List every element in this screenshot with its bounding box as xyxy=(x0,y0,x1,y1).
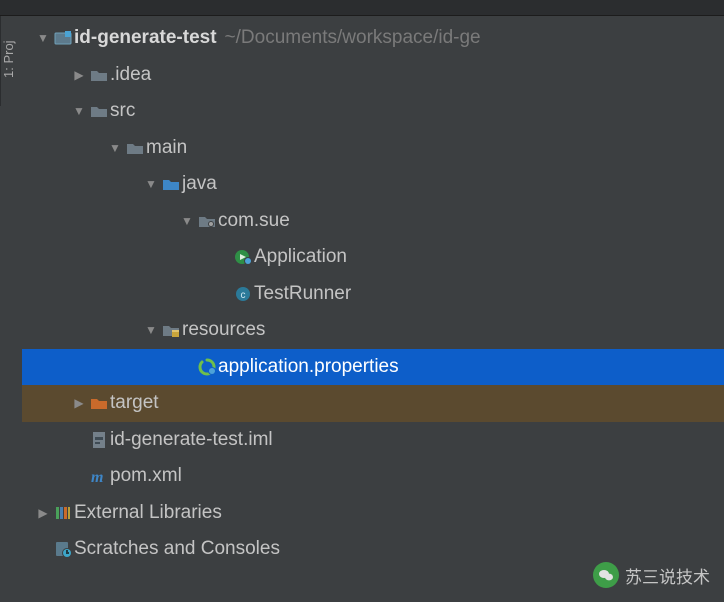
node-label: resources xyxy=(182,319,265,341)
node-label: pom.xml xyxy=(110,465,182,487)
module-file-icon xyxy=(88,431,110,449)
module-icon xyxy=(52,30,74,46)
tree-row-iml[interactable]: ▼ id-generate-test.iml xyxy=(22,422,724,459)
folder-icon xyxy=(124,141,146,155)
node-label: main xyxy=(146,137,187,159)
tree-row-external-libraries[interactable]: ▶ External Libraries xyxy=(22,495,724,532)
tree-row-application[interactable]: ▼ Application xyxy=(22,239,724,276)
node-label: java xyxy=(182,173,217,195)
tree-row-application-properties[interactable]: ▼ application.properties xyxy=(22,349,724,386)
libraries-icon xyxy=(52,505,74,521)
node-label: .idea xyxy=(110,64,151,86)
chevron-right-icon[interactable]: ▶ xyxy=(70,68,88,82)
package-icon xyxy=(196,214,218,228)
chevron-down-icon[interactable]: ▼ xyxy=(34,31,52,45)
node-label: src xyxy=(110,100,135,122)
chevron-down-icon[interactable]: ▼ xyxy=(70,104,88,118)
node-label: External Libraries xyxy=(74,502,222,524)
resources-folder-icon xyxy=(160,323,182,337)
chevron-down-icon[interactable]: ▼ xyxy=(142,177,160,191)
top-bar xyxy=(0,0,724,16)
project-name-label: id-generate-test xyxy=(74,27,217,49)
node-label: TestRunner xyxy=(254,283,351,305)
node-label: target xyxy=(110,392,159,414)
spring-run-config-icon xyxy=(232,248,254,266)
tree-row-idea[interactable]: ▶ .idea xyxy=(22,57,724,94)
svg-text:c: c xyxy=(241,290,246,301)
chevron-down-icon[interactable]: ▼ xyxy=(142,323,160,337)
tree-row-resources[interactable]: ▼ resources xyxy=(22,312,724,349)
wechat-icon xyxy=(593,562,619,588)
watermark: 苏三说技术 xyxy=(593,562,710,588)
maven-icon: m xyxy=(88,467,110,485)
project-tool-tab[interactable]: 1: Proj xyxy=(0,16,22,106)
tree-row-package[interactable]: ▼ com.sue xyxy=(22,203,724,240)
excluded-folder-icon xyxy=(88,396,110,410)
node-label: id-generate-test.iml xyxy=(110,429,273,451)
node-label: com.sue xyxy=(218,210,290,232)
chevron-down-icon[interactable]: ▼ xyxy=(106,141,124,155)
node-label: application.properties xyxy=(218,356,399,378)
watermark-text: 苏三说技术 xyxy=(625,563,710,588)
tree-row-root[interactable]: ▼ id-generate-test ~/Documents/workspace… xyxy=(22,20,724,57)
tree-row-main[interactable]: ▼ main xyxy=(22,130,724,167)
tree-row-testrunner[interactable]: ▼ c TestRunner xyxy=(22,276,724,313)
tree-row-java[interactable]: ▼ java xyxy=(22,166,724,203)
tree-row-target[interactable]: ▶ target xyxy=(22,385,724,422)
class-icon: c xyxy=(232,285,254,303)
source-folder-icon xyxy=(160,177,182,191)
spring-config-icon xyxy=(196,358,218,376)
folder-icon xyxy=(88,104,110,118)
scratch-icon xyxy=(52,540,74,558)
project-tree[interactable]: ▼ id-generate-test ~/Documents/workspace… xyxy=(22,20,724,602)
svg-text:m: m xyxy=(91,469,103,485)
chevron-right-icon[interactable]: ▶ xyxy=(34,506,52,520)
folder-icon xyxy=(88,68,110,82)
chevron-right-icon[interactable]: ▶ xyxy=(70,396,88,410)
tree-row-pom[interactable]: ▼ m pom.xml xyxy=(22,458,724,495)
project-path-label: ~/Documents/workspace/id-ge xyxy=(225,27,481,49)
node-label: Scratches and Consoles xyxy=(74,538,280,560)
tree-row-src[interactable]: ▼ src xyxy=(22,93,724,130)
chevron-down-icon[interactable]: ▼ xyxy=(178,214,196,228)
node-label: Application xyxy=(254,246,347,268)
